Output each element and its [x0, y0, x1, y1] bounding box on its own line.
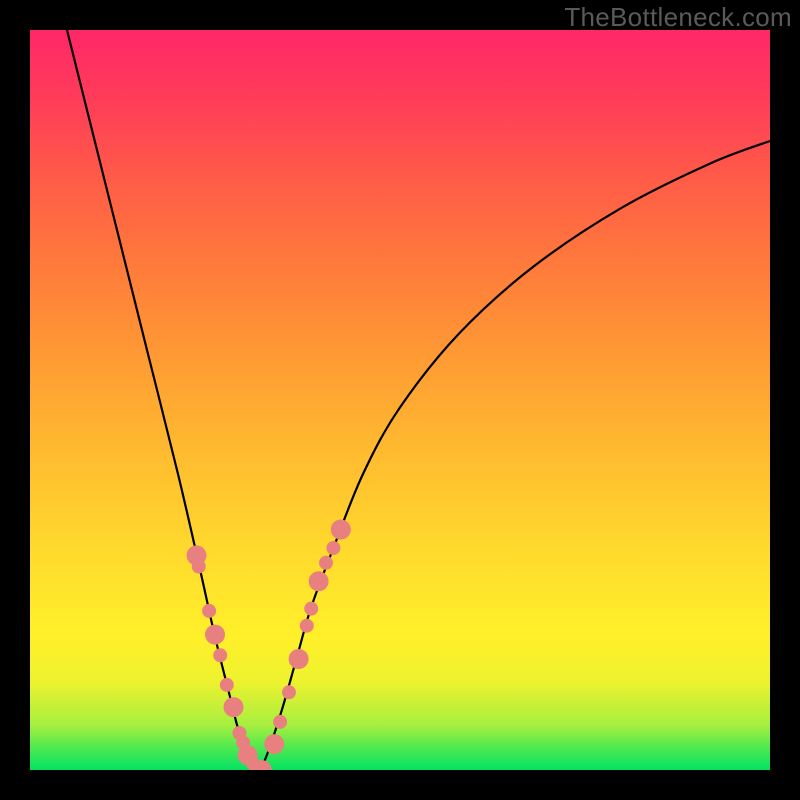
data-dot — [264, 734, 284, 754]
data-dot — [213, 648, 227, 662]
data-dot — [331, 520, 351, 540]
data-dot — [273, 715, 287, 729]
data-dot — [319, 556, 333, 570]
chart-frame: TheBottleneck.com — [0, 0, 800, 800]
data-dot — [289, 649, 309, 669]
data-dot — [202, 604, 216, 618]
data-dot — [224, 697, 244, 717]
data-dot — [220, 678, 234, 692]
data-dot — [304, 602, 318, 616]
curve-group — [67, 30, 770, 770]
data-dot — [326, 541, 340, 555]
data-dot — [300, 619, 314, 633]
data-dot — [282, 685, 296, 699]
data-dot — [192, 560, 206, 574]
right-curve-path — [259, 141, 770, 770]
plot-area — [30, 30, 770, 770]
left-curve-path — [67, 30, 259, 770]
data-dot — [205, 625, 225, 645]
chart-svg — [30, 30, 770, 770]
watermark-text: TheBottleneck.com — [564, 2, 792, 33]
data-dot — [309, 571, 329, 591]
dots-group — [187, 520, 351, 771]
